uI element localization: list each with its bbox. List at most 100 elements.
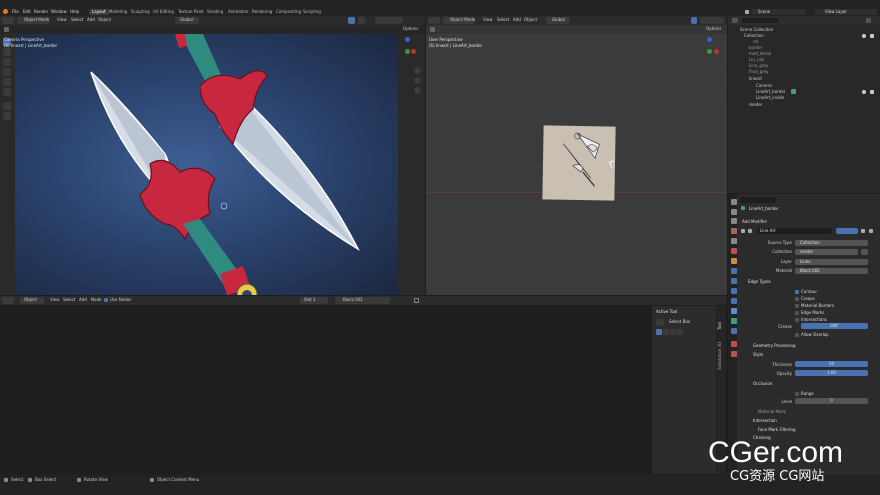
select-tool-icon[interactable] [4,27,9,32]
menu-view[interactable]: View [57,18,67,22]
cursor-icon[interactable] [3,48,11,56]
mode-invert-icon[interactable] [677,329,683,335]
menu-node[interactable]: Node [91,298,101,302]
edge-marks-checkbox[interactable] [795,311,799,315]
measure-icon[interactable] [3,112,11,120]
output-tab-icon[interactable] [731,218,737,224]
gizmo-z-axis[interactable] [405,37,410,42]
left-viewport[interactable]: Object Mode View Select Add Object Globa… [0,16,425,295]
physics-tab-icon[interactable] [731,288,737,294]
intersection-panel[interactable]: Intersection [753,419,777,423]
menu-window[interactable]: Window [51,10,67,14]
allow-overlap-checkbox[interactable] [795,333,799,337]
annotate-icon[interactable] [3,102,11,110]
camera-view-icon[interactable] [715,87,722,94]
outliner-item-camera[interactable]: Camera [756,84,772,88]
texture-tab-icon[interactable] [731,328,737,334]
occlusion-panel[interactable]: Occlusion [753,382,772,386]
contour-checkbox[interactable] [795,290,799,294]
menu-render[interactable]: Render [34,10,48,14]
menu-select[interactable]: Select [497,18,509,22]
face-mark-panel[interactable]: Face Mark Filtering [758,428,796,432]
shader-fx-tab-icon[interactable] [731,341,737,347]
menu-add[interactable]: Add [87,18,95,22]
object-tab-icon[interactable] [731,258,737,264]
options-button[interactable]: Options [706,27,721,31]
layer-field[interactable]: Lines [795,259,868,265]
gizmo-x-axis[interactable] [714,49,719,54]
transform-icon[interactable] [3,88,11,96]
perspective-toggle-icon[interactable] [715,97,722,104]
view-layer-tab-icon[interactable] [731,228,737,234]
tab-scripting[interactable]: Scripting [303,10,321,14]
material-borders-checkbox[interactable] [795,304,799,308]
tab-uv-editing[interactable]: UV Editing [153,10,174,14]
editor-type-button[interactable] [2,297,14,304]
edge-types-panel[interactable]: Edge Types [748,280,771,284]
world-tab-icon[interactable] [731,248,737,254]
blender-logo-icon[interactable] [3,9,8,14]
outliner-item-lin-lab[interactable]: Lin_Lab [749,58,764,62]
tab-texture-paint[interactable]: Texture Paint [178,10,204,14]
xray-icon[interactable] [358,17,365,24]
opacity-slider[interactable]: 1.00 [795,370,868,376]
menu-file[interactable]: File [12,10,19,14]
use-nodes-checkbox[interactable] [104,298,108,302]
outliner-search-input[interactable] [742,18,778,23]
shader-editor[interactable]: Object View Select Add Node Use Nodes Sl… [0,296,727,475]
pan-icon[interactable] [715,77,722,84]
shading-buttons[interactable] [375,17,403,24]
outliner-item-render[interactable]: render [749,103,762,107]
constraints-tab-icon[interactable] [731,298,737,304]
outliner-editor-icon[interactable] [732,18,738,23]
overlay-toggle-icon[interactable] [691,17,697,24]
rotate-icon[interactable] [3,68,11,76]
menu-view[interactable]: View [483,18,493,22]
outliner-item-lineart-border[interactable]: LineArt_border [756,90,786,94]
extra-tab-icon[interactable] [731,351,737,357]
filter-icon[interactable] [866,18,871,23]
crease-slider[interactable]: 180° [801,323,868,329]
camera-view-icon[interactable] [414,87,421,94]
visibility-eye-icon[interactable] [862,90,866,94]
gizmo-x-axis[interactable] [411,49,416,54]
editor-type-button[interactable] [2,17,14,24]
pin-icon[interactable] [414,298,419,303]
zoom-icon[interactable] [715,67,722,74]
tool-tab-icon[interactable] [731,199,737,205]
modifier-tab-icon[interactable] [731,268,737,274]
render-tab-icon[interactable] [731,209,737,215]
menu-object[interactable]: Object [98,18,111,22]
render-camera-icon[interactable] [870,34,874,38]
material-field[interactable]: Black.002 [795,268,868,274]
gizmo-y-axis[interactable] [707,49,712,54]
gizmo-z-axis[interactable] [707,37,712,42]
pan-icon[interactable] [414,77,421,84]
expand-arrow-icon[interactable] [741,229,745,233]
add-modifier-button[interactable]: Add Modifier [742,220,767,224]
outliner-scene-collection[interactable]: Scene Collection [740,28,773,32]
mode-extend-icon[interactable] [663,329,669,335]
editor-type-button[interactable] [428,17,440,24]
source-type-dropdown[interactable]: Collection [795,240,868,246]
properties-search-input[interactable] [740,197,776,203]
intersections-checkbox[interactable] [795,318,799,322]
menu-select[interactable]: Select [63,298,75,302]
zoom-icon[interactable] [414,67,421,74]
tab-modeling[interactable]: Modeling [109,10,127,14]
camera-view[interactable] [15,34,398,295]
mid-viewport[interactable]: Object Mode View Select Add Object Globa… [426,16,727,295]
menu-object[interactable]: Object [524,18,537,22]
select-tool-icon[interactable] [430,27,435,32]
select-box-tool-icon[interactable] [656,319,664,326]
menu-add[interactable]: Add [513,18,521,22]
outliner-item-mod-detail[interactable]: mod_detail [749,52,771,56]
render-plane[interactable] [542,125,616,201]
overlay-toggle-icon[interactable] [348,17,355,24]
mode-subtract-icon[interactable] [670,329,676,335]
render-camera-icon[interactable] [870,90,874,94]
menu-view[interactable]: View [50,298,60,302]
modifier-icon[interactable] [791,89,796,94]
gizmo-y-axis[interactable] [405,49,410,54]
outliner-collection[interactable]: Collection [744,34,764,38]
